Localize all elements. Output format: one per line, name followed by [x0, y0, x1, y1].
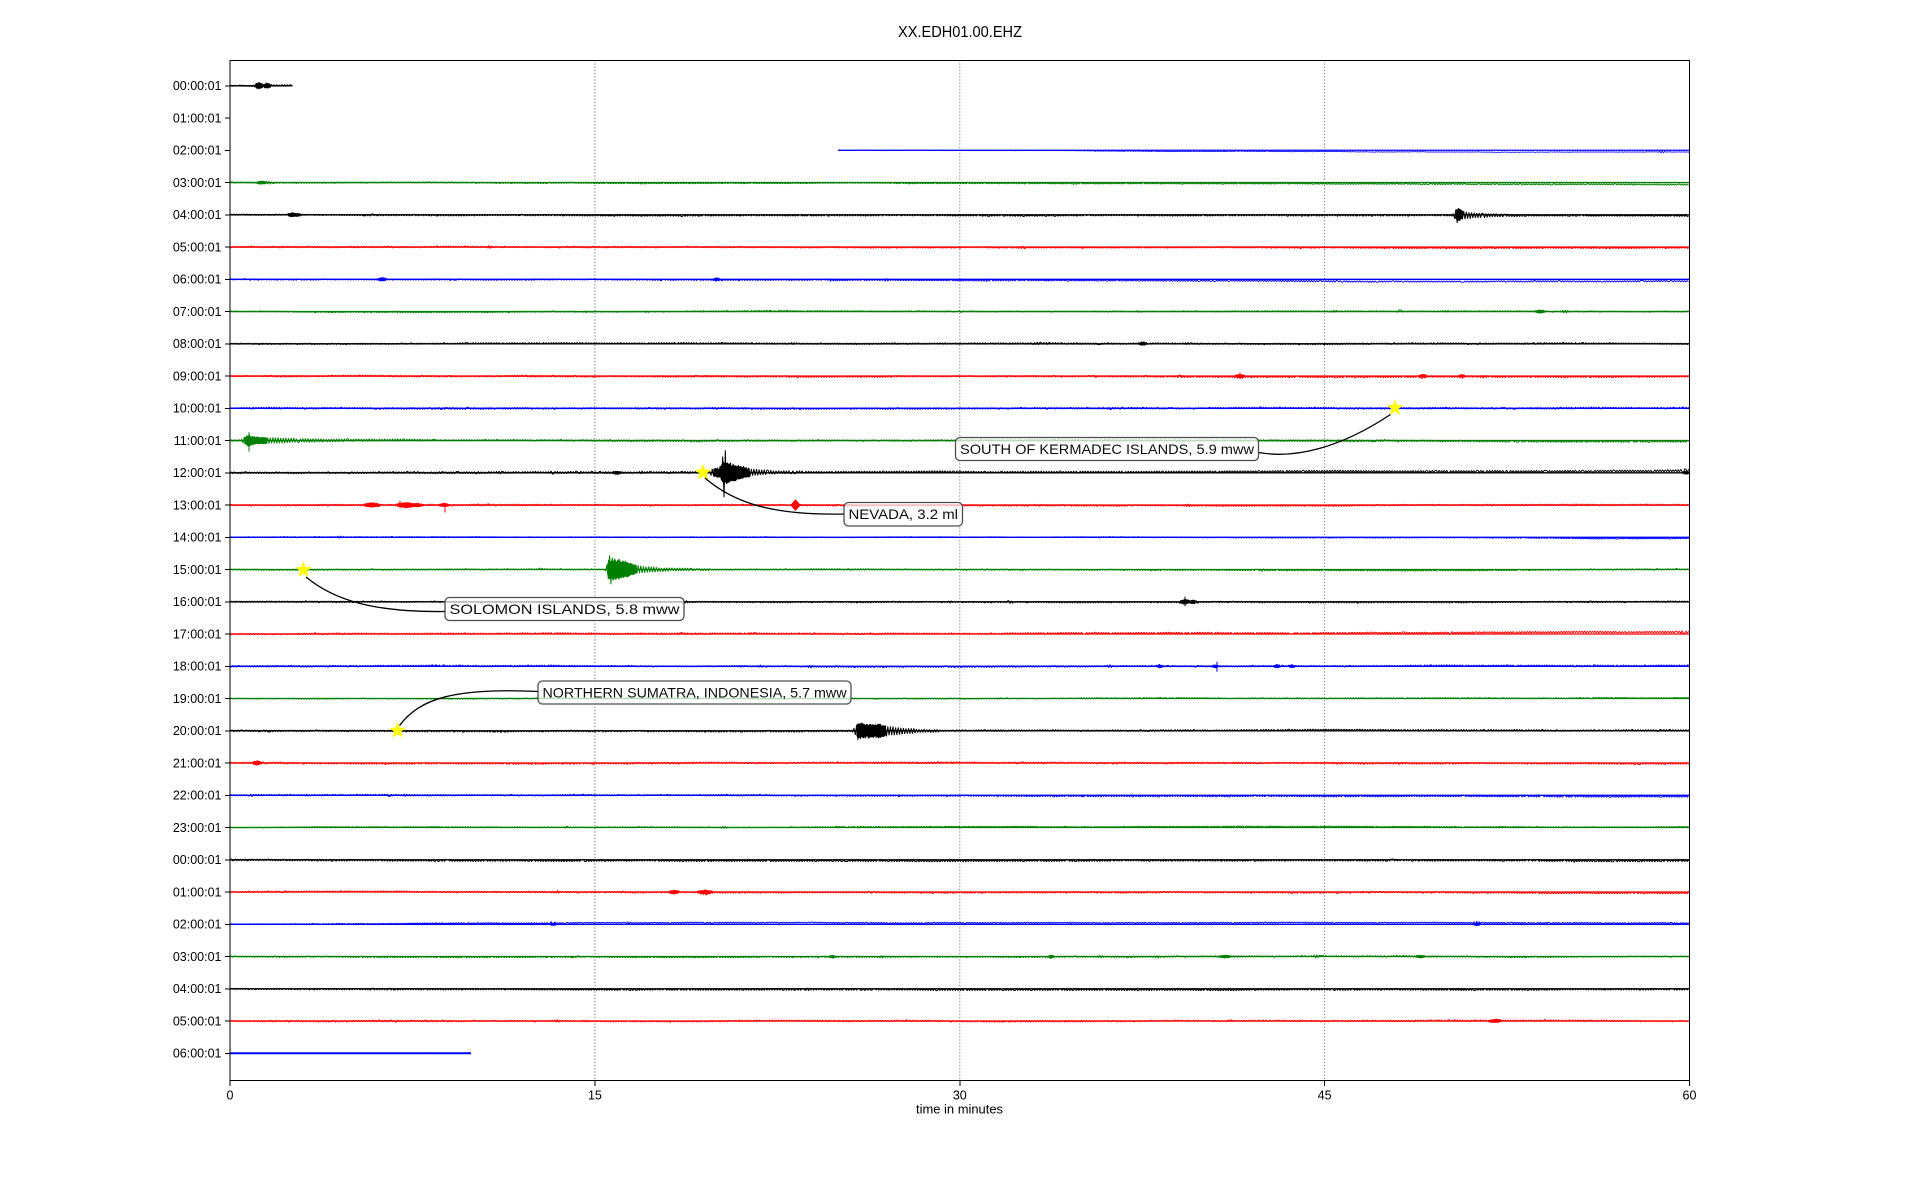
svg-text:13:00:01: 13:00:01	[173, 498, 222, 512]
svg-text:NORTHERN SUMATRA, INDONESIA, 5: NORTHERN SUMATRA, INDONESIA, 5.7 mww	[543, 684, 848, 700]
svg-text:03:00:01: 03:00:01	[173, 950, 222, 964]
svg-text:00:00:01: 00:00:01	[173, 853, 222, 867]
svg-text:09:00:01: 09:00:01	[173, 369, 222, 383]
svg-text:10:00:01: 10:00:01	[173, 402, 222, 416]
svg-text:23:00:01: 23:00:01	[173, 821, 222, 835]
svg-text:14:00:01: 14:00:01	[173, 531, 222, 545]
svg-text:0: 0	[227, 1089, 234, 1103]
svg-text:21:00:01: 21:00:01	[173, 756, 222, 770]
svg-text:30: 30	[953, 1089, 967, 1103]
svg-text:XX.EDH01.00.EHZ: XX.EDH01.00.EHZ	[898, 24, 1022, 41]
svg-text:19:00:01: 19:00:01	[173, 692, 222, 706]
svg-text:11:00:01: 11:00:01	[174, 434, 222, 448]
svg-text:17:00:01: 17:00:01	[173, 627, 222, 641]
svg-text:06:00:01: 06:00:01	[173, 1047, 222, 1061]
svg-text:20:00:01: 20:00:01	[173, 724, 222, 738]
svg-text:15:00:01: 15:00:01	[173, 563, 222, 577]
svg-text:04:00:01: 04:00:01	[173, 208, 222, 222]
svg-text:16:00:01: 16:00:01	[173, 595, 222, 609]
svg-text:45: 45	[1318, 1089, 1332, 1103]
svg-text:02:00:01: 02:00:01	[173, 918, 222, 932]
svg-text:03:00:01: 03:00:01	[173, 176, 222, 190]
svg-text:18:00:01: 18:00:01	[173, 660, 222, 674]
svg-text:time in minutes: time in minutes	[916, 1103, 1003, 1117]
svg-text:00:00:01: 00:00:01	[173, 79, 222, 93]
svg-text:22:00:01: 22:00:01	[173, 789, 222, 803]
svg-text:60: 60	[1683, 1089, 1697, 1103]
svg-text:15: 15	[588, 1089, 602, 1103]
svg-text:05:00:01: 05:00:01	[173, 1015, 222, 1029]
svg-text:07:00:01: 07:00:01	[173, 305, 222, 319]
svg-text:04:00:01: 04:00:01	[173, 982, 222, 996]
svg-text:06:00:01: 06:00:01	[173, 273, 222, 287]
svg-text:08:00:01: 08:00:01	[173, 337, 222, 351]
svg-text:SOUTH OF KERMADEC ISLANDS, 5.9: SOUTH OF KERMADEC ISLANDS, 5.9 mww	[960, 441, 1255, 457]
svg-text:05:00:01: 05:00:01	[173, 241, 222, 255]
svg-text:12:00:01: 12:00:01	[173, 466, 222, 480]
svg-text:NEVADA, 3.2 ml: NEVADA, 3.2 ml	[849, 506, 959, 522]
svg-text:01:00:01: 01:00:01	[173, 112, 222, 126]
svg-text:SOLOMON ISLANDS, 5.8 mww: SOLOMON ISLANDS, 5.8 mww	[450, 601, 681, 617]
svg-text:02:00:01: 02:00:01	[173, 144, 222, 158]
svg-text:01:00:01: 01:00:01	[173, 885, 222, 899]
